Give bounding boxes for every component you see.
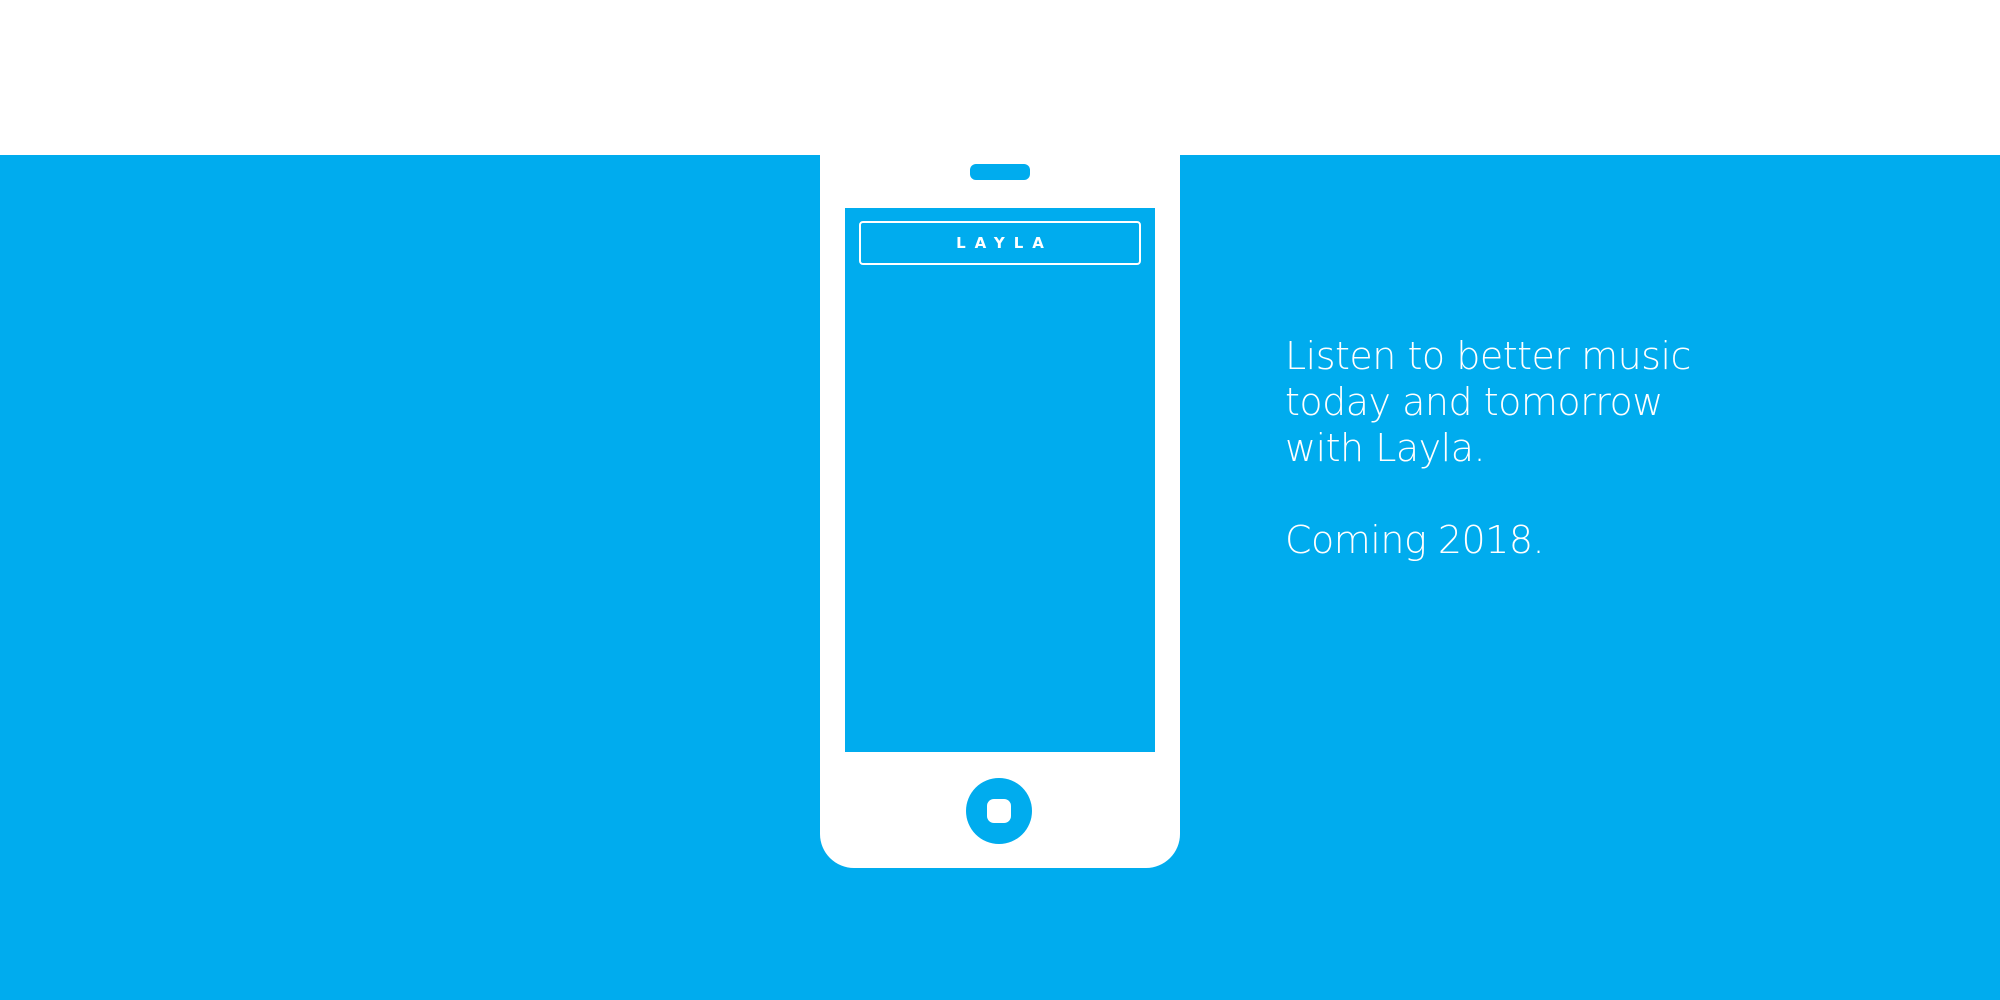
phone-speaker-icon	[970, 164, 1030, 180]
phone-screen: LAYLA	[845, 208, 1155, 752]
hero-tagline: Listen to better music today and tomorro…	[1285, 333, 1845, 471]
top-white-band	[0, 0, 2000, 155]
home-button-icon	[966, 778, 1032, 844]
tagline-line: Listen to better music	[1285, 334, 1691, 378]
tagline-line: with Layla.	[1285, 426, 1486, 470]
home-button-square	[987, 799, 1011, 823]
app-title-bar: LAYLA	[859, 221, 1141, 265]
tagline-line: today and tomorrow	[1285, 380, 1663, 424]
coming-soon-text: Coming 2018.	[1285, 518, 1545, 562]
app-title: LAYLA	[956, 234, 1053, 252]
phone-illustration: LAYLA	[820, 152, 1180, 868]
